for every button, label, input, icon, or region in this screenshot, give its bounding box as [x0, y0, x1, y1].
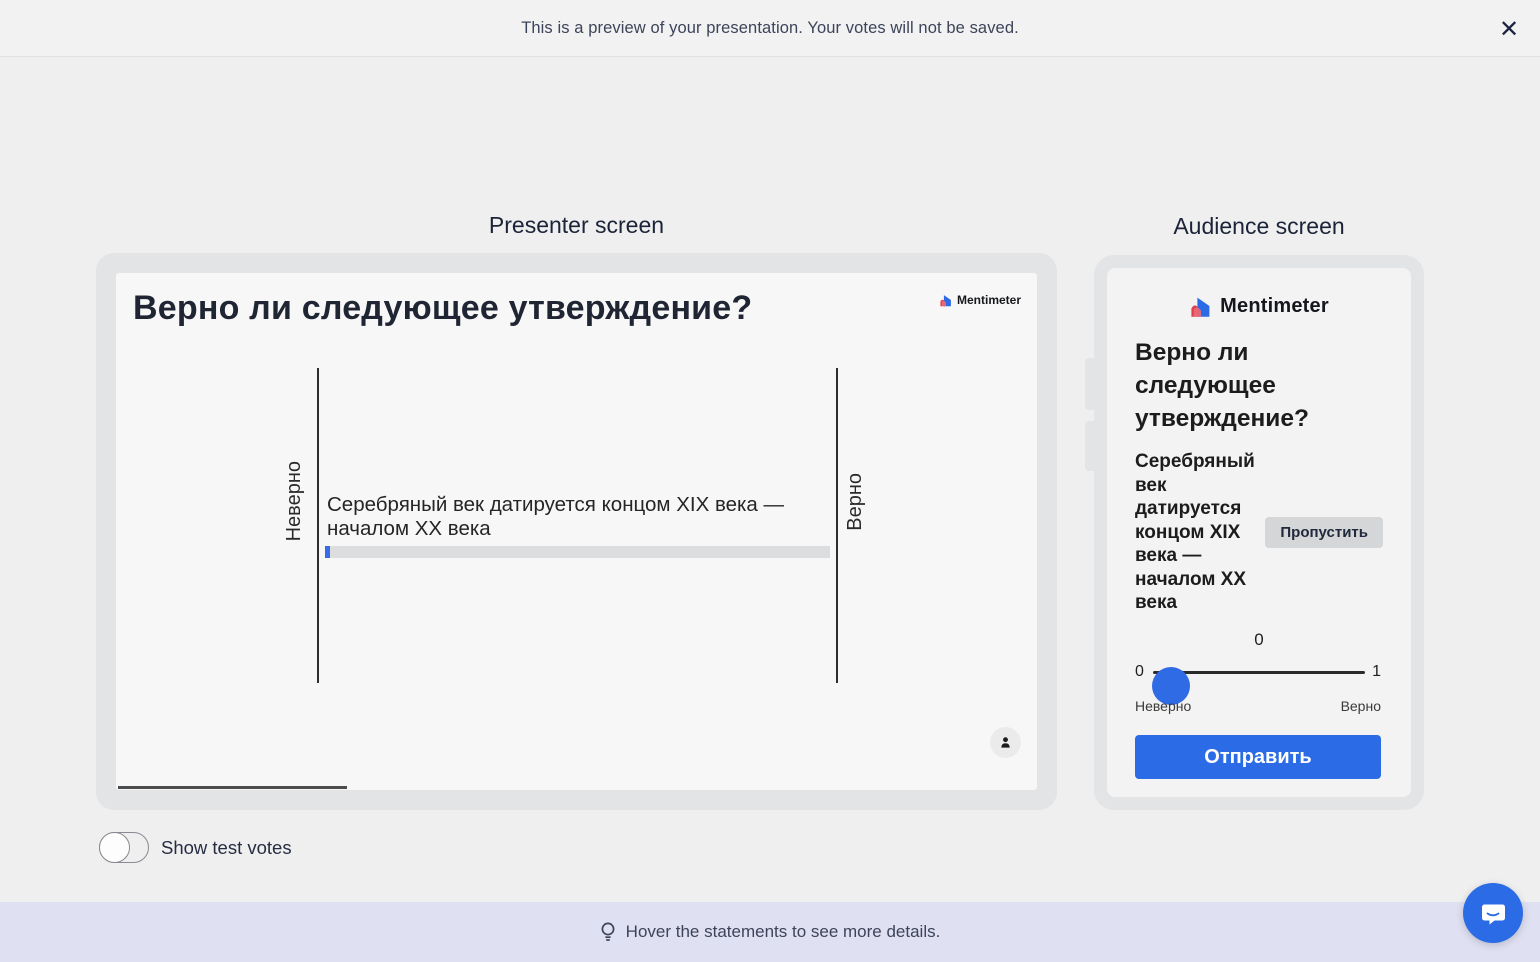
statement-text: Серебряный век датируется концом XIX век…	[325, 493, 805, 541]
chat-bubble-icon	[1479, 899, 1507, 927]
audience-screen-heading: Audience screen	[1094, 213, 1424, 240]
footer-hint-bar: Hover the statements to see more details…	[0, 902, 1540, 962]
lightbulb-icon	[600, 921, 616, 943]
slider-row: 0 1	[1135, 658, 1381, 688]
scale-axis-left	[317, 368, 319, 683]
submit-button[interactable]: Отправить	[1135, 735, 1381, 779]
slider-track[interactable]	[1153, 671, 1365, 674]
slider-endpoint-labels: Неверно Верно	[1135, 698, 1381, 714]
presenter-screen-heading: Presenter screen	[96, 212, 1057, 239]
slider-min-label: Неверно	[1135, 698, 1191, 714]
slider-current-value: 0	[1107, 630, 1411, 650]
slide-progress-indicator	[118, 786, 347, 789]
show-test-votes-toggle[interactable]	[99, 832, 149, 863]
scale-axis-right	[836, 368, 838, 683]
mentimeter-logo: Mentimeter	[1107, 294, 1411, 318]
presenter-device-frame: Верно ли следующее утверждение? Mentimet…	[96, 253, 1057, 810]
mentimeter-logo-text: Mentimeter	[957, 293, 1021, 307]
statement-progress-bar	[325, 546, 830, 558]
axis-label-true: Верно	[844, 473, 867, 531]
slider-max-label: Верно	[1341, 698, 1381, 714]
toggle-knob	[99, 832, 130, 863]
person-icon	[998, 735, 1013, 750]
axis-label-false: Неверно	[283, 461, 306, 541]
presenter-screen: Верно ли следующее утверждение? Mentimet…	[116, 273, 1037, 790]
audience-statement: Серебряный век датируется концом XIX век…	[1135, 450, 1265, 615]
audience-phone-frame: Mentimeter Верно ли следующее утверждени…	[1094, 255, 1424, 810]
footer-hint-text: Hover the statements to see more details…	[626, 922, 941, 942]
mentimeter-logo-icon	[1189, 294, 1213, 318]
mentimeter-logo: Mentimeter	[939, 293, 1021, 307]
audience-screen: Mentimeter Верно ли следующее утверждени…	[1107, 268, 1411, 797]
mentimeter-logo-text: Mentimeter	[1220, 295, 1329, 318]
slider-max-value: 1	[1372, 663, 1381, 681]
show-test-votes-label: Show test votes	[161, 837, 292, 859]
participants-button[interactable]	[990, 727, 1021, 758]
presenter-question-title: Верно ли следующее утверждение?	[133, 289, 893, 328]
slider-min-value: 0	[1135, 663, 1144, 681]
audience-question-title: Верно ли следующее утверждение?	[1135, 336, 1345, 435]
preview-message: This is a preview of your presentation. …	[521, 19, 1019, 38]
phone-side-button	[1085, 358, 1095, 410]
chat-launcher-button[interactable]	[1463, 883, 1523, 943]
preview-banner: This is a preview of your presentation. …	[0, 0, 1540, 57]
close-icon[interactable]: ✕	[1494, 14, 1524, 44]
statement-row[interactable]: Серебряный век датируется концом XIX век…	[325, 493, 830, 558]
statement-progress-fill	[325, 546, 330, 558]
show-test-votes-control: Show test votes	[99, 832, 292, 863]
mentimeter-logo-icon	[939, 293, 953, 307]
skip-button[interactable]: Пропустить	[1265, 517, 1383, 548]
phone-side-button	[1085, 421, 1095, 471]
